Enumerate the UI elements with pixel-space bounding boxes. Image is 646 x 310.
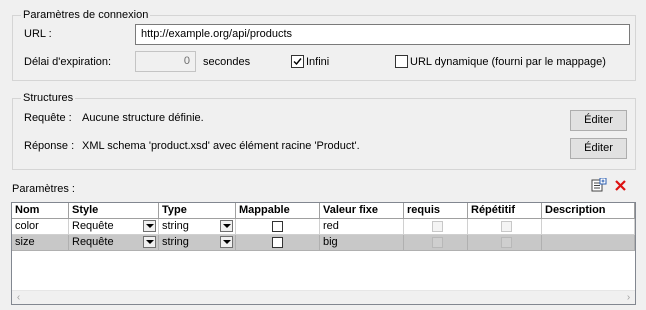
parameters-grid[interactable]: Nom Style Type Mappable Valeur fixe requ… — [11, 202, 636, 305]
param-name-cell[interactable]: color — [12, 219, 69, 235]
column-header-repeating[interactable]: Répétitif — [468, 203, 542, 219]
connection-settings-title: Paramètres de connexion — [21, 9, 151, 22]
add-parameter-icon[interactable] — [591, 178, 607, 192]
chevron-down-icon[interactable] — [220, 236, 233, 248]
param-fixed-value-cell[interactable]: red — [320, 219, 404, 235]
dynamic-url-checkbox[interactable] — [395, 55, 408, 68]
param-required-cell — [404, 235, 468, 251]
column-header-style[interactable]: Style — [69, 203, 159, 219]
horizontal-scrollbar[interactable]: ‹ › — [12, 290, 635, 304]
param-repeating-cell — [468, 219, 542, 235]
edit-request-button[interactable]: Éditer — [570, 110, 627, 131]
table-row[interactable]: color Requête string red — [12, 219, 635, 235]
request-label: Requête : — [24, 112, 72, 124]
required-checkbox — [432, 237, 443, 248]
repeating-checkbox — [501, 237, 512, 248]
required-checkbox — [432, 221, 443, 232]
scroll-right-icon[interactable]: › — [622, 292, 635, 303]
response-structure-text: XML schema 'product.xsd' avec élément ra… — [82, 140, 360, 152]
param-type-cell[interactable]: string — [159, 219, 236, 235]
timeout-input[interactable]: 0 — [135, 51, 196, 72]
timeout-unit-label: secondes — [203, 56, 251, 68]
mappable-checkbox[interactable] — [272, 221, 283, 232]
param-description-cell[interactable] — [542, 235, 635, 251]
table-row[interactable]: size Requête string big — [12, 235, 635, 251]
param-fixed-value-cell[interactable]: big — [320, 235, 404, 251]
structures-group: Structures — [12, 92, 636, 170]
response-label: Réponse : — [24, 140, 75, 152]
url-input[interactable]: http://example.org/api/products — [135, 24, 630, 45]
parameters-title: Paramètres : — [12, 183, 75, 195]
structures-title: Structures — [21, 92, 76, 105]
infinite-label: Infini — [306, 56, 330, 68]
param-type-cell[interactable]: string — [159, 235, 236, 251]
param-type-value: string — [162, 220, 189, 232]
column-header-name[interactable]: Nom — [12, 203, 69, 219]
edit-response-button[interactable]: Éditer — [570, 138, 627, 159]
delete-icon[interactable] — [614, 179, 627, 192]
param-style-value: Requête — [72, 220, 114, 232]
url-label: URL : — [24, 28, 52, 40]
param-type-value: string — [162, 236, 189, 248]
column-header-required[interactable]: requis — [404, 203, 468, 219]
param-mappable-cell — [236, 219, 320, 235]
column-header-type[interactable]: Type — [159, 203, 236, 219]
param-name-cell[interactable]: size — [12, 235, 69, 251]
column-header-mappable[interactable]: Mappable — [236, 203, 320, 219]
dynamic-url-label: URL dynamique (fourni par le mappage) — [410, 56, 606, 68]
param-style-value: Requête — [72, 236, 114, 248]
chevron-down-icon[interactable] — [220, 220, 233, 232]
chevron-down-icon[interactable] — [143, 220, 156, 232]
repeating-checkbox — [501, 221, 512, 232]
param-repeating-cell — [468, 235, 542, 251]
column-header-description[interactable]: Description — [542, 203, 635, 219]
param-style-cell[interactable]: Requête — [69, 235, 159, 251]
request-structure-text: Aucune structure définie. — [82, 112, 204, 124]
param-description-cell[interactable] — [542, 219, 635, 235]
column-header-fixed-value[interactable]: Valeur fixe — [320, 203, 404, 219]
checkmark-icon — [293, 58, 302, 66]
chevron-down-icon[interactable] — [143, 236, 156, 248]
timeout-label: Délai d'expiration: — [24, 56, 112, 68]
param-style-cell[interactable]: Requête — [69, 219, 159, 235]
mappable-checkbox[interactable] — [272, 237, 283, 248]
param-mappable-cell — [236, 235, 320, 251]
param-required-cell — [404, 219, 468, 235]
infinite-checkbox[interactable] — [291, 55, 304, 68]
scroll-left-icon[interactable]: ‹ — [12, 292, 25, 303]
